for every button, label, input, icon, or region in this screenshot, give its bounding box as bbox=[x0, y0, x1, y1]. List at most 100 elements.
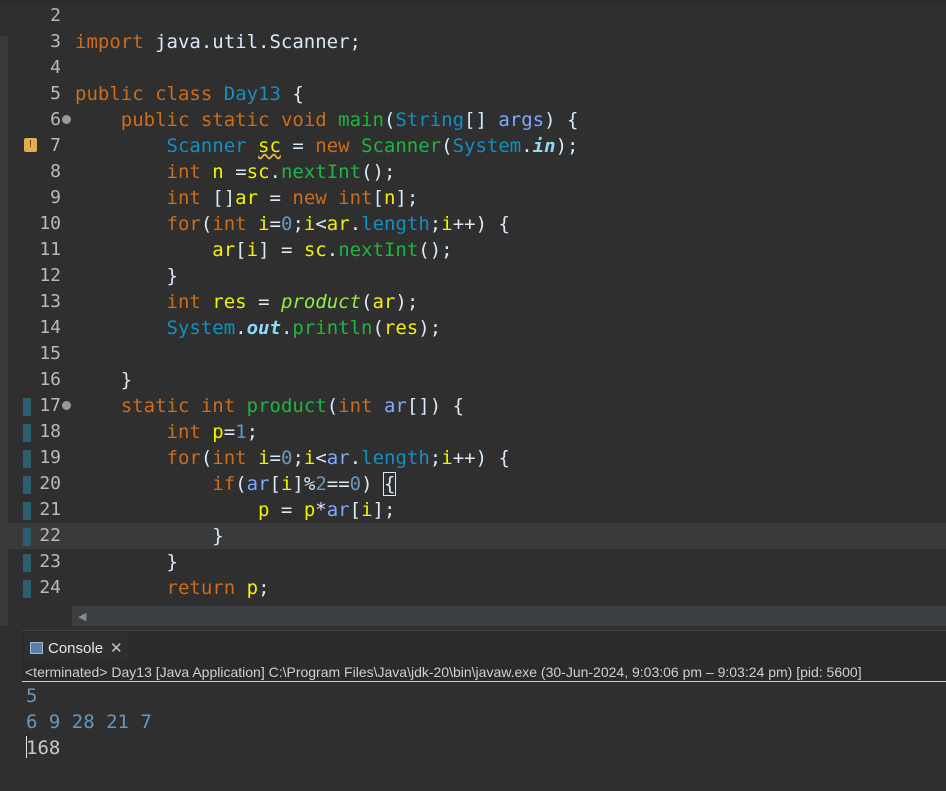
code-text[interactable]: for(int i=0;i<ar.length;i++) { bbox=[75, 211, 510, 237]
code-token: } bbox=[75, 551, 178, 573]
code-text[interactable]: } bbox=[75, 523, 223, 549]
code-line[interactable]: 12 } bbox=[0, 263, 946, 289]
code-token: String bbox=[395, 109, 465, 131]
code-text[interactable]: int res = product(ar); bbox=[75, 289, 419, 315]
code-token: 0 bbox=[280, 213, 293, 235]
code-token: p bbox=[258, 499, 270, 521]
code-text[interactable]: System.out.println(res); bbox=[75, 315, 442, 341]
code-line[interactable]: 21 p = p*ar[i]; bbox=[0, 497, 946, 523]
code-token: i bbox=[258, 447, 270, 469]
code-token: = bbox=[269, 447, 281, 469]
code-token: ( bbox=[383, 109, 396, 131]
code-line[interactable]: 13 int res = product(ar); bbox=[0, 289, 946, 315]
text-caret bbox=[26, 736, 27, 758]
code-text[interactable]: public static void main(String[] args) { bbox=[75, 107, 579, 133]
code-token: ( bbox=[200, 447, 213, 469]
code-token: . bbox=[269, 161, 281, 183]
code-text[interactable]: ar[i] = sc.nextInt(); bbox=[75, 237, 452, 263]
code-text[interactable]: if(ar[i]%2==0) { bbox=[75, 471, 397, 497]
code-line[interactable]: 24 return p; bbox=[0, 575, 946, 601]
line-number: 18 bbox=[39, 421, 61, 442]
code-text[interactable]: import java.util.Scanner; bbox=[75, 29, 361, 55]
line-number: 21 bbox=[39, 499, 61, 520]
code-line[interactable]: 9 int []ar = new int[n]; bbox=[0, 185, 946, 211]
code-token: = bbox=[280, 135, 316, 157]
code-token: ( bbox=[372, 317, 384, 339]
code-line[interactable]: 11 ar[i] = sc.nextInt(); bbox=[0, 237, 946, 263]
code-line[interactable]: 20 if(ar[i]%2==0) { bbox=[0, 471, 946, 497]
code-text[interactable]: } bbox=[75, 549, 178, 575]
code-text[interactable]: } bbox=[75, 263, 178, 289]
code-editor[interactable]: 2 3 import java.util.Scanner; 4 5 public clas… bbox=[0, 0, 946, 627]
console-output[interactable]: 5 6 9 28 21 7 168 bbox=[22, 683, 946, 791]
code-line[interactable]: 6 public static void main(String[] args)… bbox=[0, 107, 946, 133]
code-line[interactable]: 4 bbox=[0, 55, 946, 81]
code-token: System bbox=[452, 135, 522, 157]
code-line[interactable]: 22 } bbox=[0, 523, 946, 549]
code-token: { bbox=[280, 83, 304, 105]
code-token: [ bbox=[349, 499, 362, 521]
code-text[interactable]: int p=1; bbox=[75, 419, 259, 445]
code-line[interactable]: 5 public class Day13 { bbox=[0, 81, 946, 107]
code-line[interactable]: 15 bbox=[0, 341, 946, 367]
code-token: class bbox=[155, 83, 213, 105]
code-token: int bbox=[212, 447, 247, 469]
code-token: static bbox=[120, 395, 190, 417]
horizontal-scrollbar[interactable]: ◀ bbox=[72, 606, 946, 626]
code-text[interactable]: p = p*ar[i]; bbox=[75, 497, 395, 523]
code-line[interactable]: 10 for(int i=0;i<ar.length;i++) { bbox=[0, 211, 946, 237]
code-token: int bbox=[166, 187, 201, 209]
code-token: i bbox=[361, 499, 373, 521]
fold-toggle-icon[interactable] bbox=[62, 115, 71, 124]
code-text[interactable]: return p; bbox=[75, 575, 270, 601]
code-line[interactable]: 16 } bbox=[0, 367, 946, 393]
code-token: return bbox=[166, 577, 236, 599]
code-line[interactable]: 3 import java.util.Scanner; bbox=[0, 29, 946, 55]
code-line[interactable]: 23 } bbox=[0, 549, 946, 575]
code-token: { bbox=[382, 472, 397, 496]
code-text[interactable]: Scanner sc = new Scanner(System.in); bbox=[75, 133, 579, 159]
code-text[interactable]: int n =sc.nextInt(); bbox=[75, 159, 396, 185]
code-token: int bbox=[166, 421, 201, 443]
console-left-margin bbox=[0, 626, 22, 791]
code-text[interactable]: for(int i=0;i<ar.length;i++) { bbox=[75, 445, 510, 471]
code-text[interactable]: } bbox=[75, 367, 132, 393]
code-line[interactable]: 19 for(int i=0;i<ar.length;i++) { bbox=[0, 445, 946, 471]
code-token: 0 bbox=[349, 473, 362, 495]
code-line[interactable]: 14 System.out.println(res); bbox=[0, 315, 946, 341]
tab-console[interactable]: Console ✕ bbox=[24, 633, 128, 665]
code-token: ]; bbox=[395, 187, 419, 209]
code-token: p bbox=[303, 499, 316, 521]
line-number: 2 bbox=[50, 5, 61, 26]
code-line[interactable]: 18 int p=1; bbox=[0, 419, 946, 445]
code-text[interactable]: public class Day13 { bbox=[75, 81, 304, 107]
code-line[interactable]: 2 bbox=[0, 3, 946, 29]
code-token: . bbox=[521, 135, 533, 157]
code-token: . bbox=[349, 213, 362, 235]
scroll-left-arrow-icon[interactable]: ◀ bbox=[78, 610, 86, 623]
code-token: import bbox=[75, 31, 144, 53]
code-text[interactable]: int []ar = new int[n]; bbox=[75, 185, 419, 211]
code-token: } bbox=[75, 265, 178, 287]
code-token: p bbox=[246, 577, 259, 599]
code-token: i bbox=[258, 213, 270, 235]
code-token: Day13 bbox=[223, 83, 281, 105]
code-line[interactable]: 17 static int product(int ar[]) { bbox=[0, 393, 946, 419]
close-icon[interactable]: ✕ bbox=[110, 639, 123, 657]
code-token: 0 bbox=[280, 447, 293, 469]
code-line[interactable]: ! 7 Scanner sc = new Scanner(System.in); bbox=[0, 133, 946, 159]
code-text[interactable]: static int product(int ar[]) { bbox=[75, 393, 464, 419]
fold-toggle-icon[interactable] bbox=[62, 401, 71, 410]
code-line[interactable]: 8 int n =sc.nextInt(); bbox=[0, 159, 946, 185]
code-token: ] = bbox=[258, 239, 304, 261]
